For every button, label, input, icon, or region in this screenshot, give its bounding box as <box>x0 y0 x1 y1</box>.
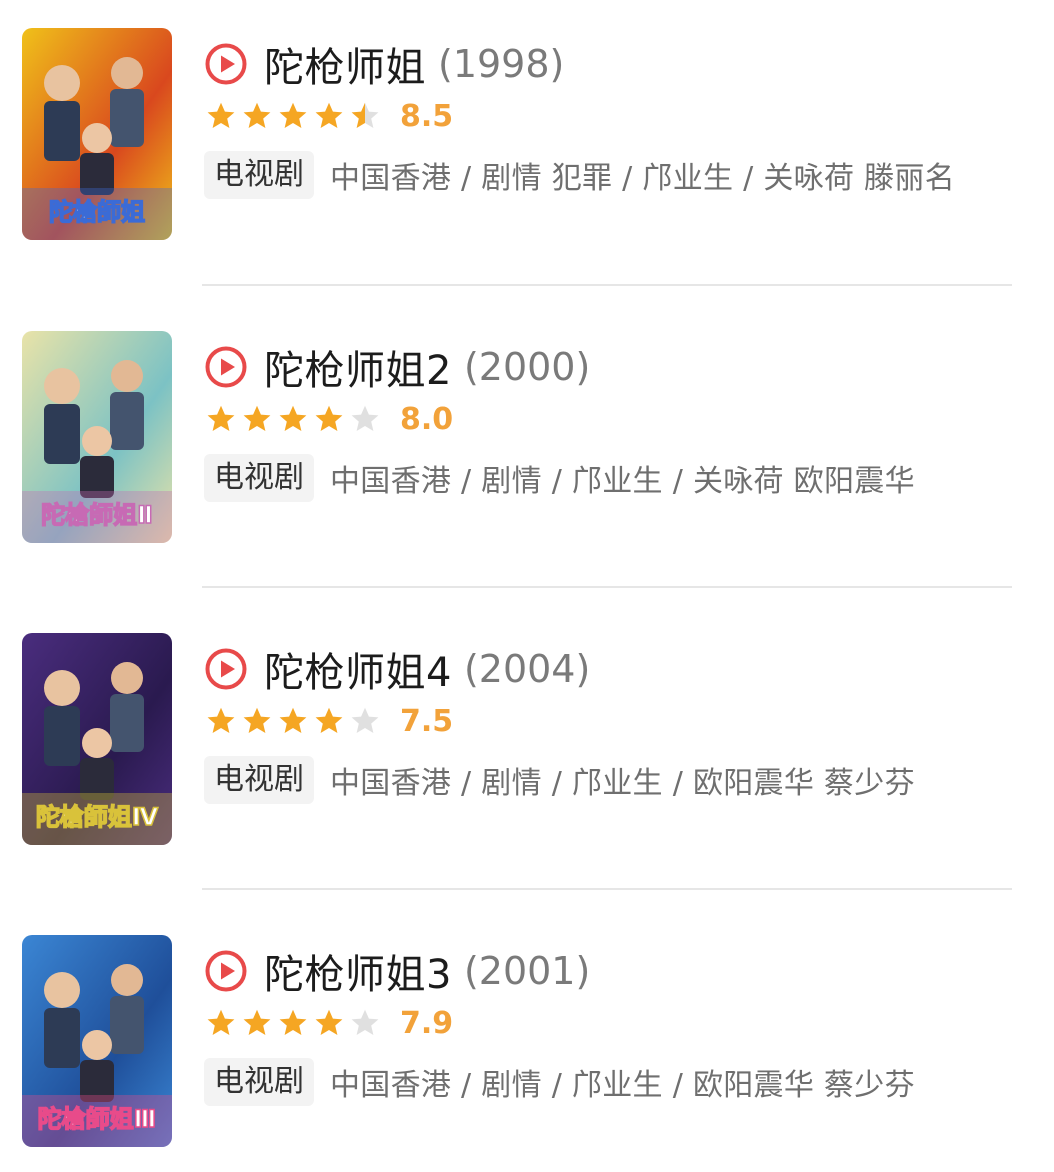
star-full-icon <box>279 1009 307 1035</box>
star-full-icon <box>315 1009 343 1035</box>
star-rating <box>206 1008 386 1038</box>
item-year: (2000) <box>463 345 591 389</box>
list-item[interactable]: 陀槍師姐Ⅲ 陀枪师姐3 (2001) 7.9 电视剧 中国香港 / 剧情 / 邝… <box>0 929 1054 1172</box>
item-year: (1998) <box>438 42 565 86</box>
poster-artwork: 陀槍師姐Ⅳ <box>22 633 172 845</box>
list-item[interactable]: 陀槍師姐 陀枪师姐 (1998) 8.5 电视剧 中国香港 / 剧情 犯罪 / … <box>0 22 1054 282</box>
item-title[interactable]: 陀枪师姐4 <box>264 640 452 698</box>
item-info: 中国香港 / 剧情 / 邝业生 / 欧阳震华 蔡少芬 <box>330 766 915 801</box>
rating-score: 8.5 <box>400 98 454 134</box>
item-title[interactable]: 陀枪师姐3 <box>264 942 452 1000</box>
poster-artwork: 陀槍師姐Ⅱ <box>22 331 172 543</box>
star-full-icon <box>207 102 235 128</box>
item-info: 中国香港 / 剧情 犯罪 / 邝业生 / 关咏荷 滕丽名 <box>330 161 956 196</box>
poster-artwork: 陀槍師姐Ⅲ <box>22 935 172 1147</box>
poster-title-text: 陀槍師姐Ⅲ <box>38 1105 157 1133</box>
rating-score: 7.9 <box>400 1005 454 1041</box>
star-full-icon <box>207 1009 235 1035</box>
star-full-icon <box>279 102 307 128</box>
item-info: 中国香港 / 剧情 / 邝业生 / 欧阳震华 蔡少芬 <box>330 1068 915 1103</box>
star-full-icon <box>279 405 307 431</box>
item-title[interactable]: 陀枪师姐2 <box>264 338 452 396</box>
type-tag: 电视剧 <box>204 151 314 199</box>
divider <box>202 888 1012 890</box>
star-empty-icon <box>351 707 379 733</box>
star-full-icon <box>243 1009 271 1035</box>
poster-title-text: 陀槍師姐Ⅱ <box>41 501 153 529</box>
list-item[interactable]: 陀槍師姐Ⅱ 陀枪师姐2 (2000) 8.0 电视剧 中国香港 / 剧情 / 邝… <box>0 325 1054 585</box>
rating-row: 8.5 <box>206 96 453 136</box>
star-full-icon <box>279 707 307 733</box>
item-title[interactable]: 陀枪师姐 <box>264 35 426 93</box>
star-rating <box>206 101 386 131</box>
poster-image[interactable]: 陀槍師姐Ⅱ <box>22 331 172 543</box>
meta-row: 电视剧 中国香港 / 剧情 / 邝业生 / 欧阳震华 蔡少芬 <box>204 1057 915 1107</box>
play-icon[interactable] <box>204 949 248 993</box>
list-item[interactable]: 陀槍師姐Ⅳ 陀枪师姐4 (2004) 7.5 电视剧 中国香港 / 剧情 / 邝… <box>0 627 1054 887</box>
poster-image[interactable]: 陀槍師姐Ⅲ <box>22 935 172 1147</box>
item-info: 中国香港 / 剧情 / 邝业生 / 关咏荷 欧阳震华 <box>330 464 915 499</box>
play-icon[interactable] <box>204 345 248 389</box>
poster-artwork: 陀槍師姐 <box>22 28 172 240</box>
star-empty-icon <box>351 405 379 431</box>
star-empty-icon <box>351 1009 379 1035</box>
divider <box>202 284 1012 286</box>
title-row: 陀枪师姐4 (2004) <box>204 641 590 697</box>
star-full-icon <box>207 405 235 431</box>
rating-row: 8.0 <box>206 399 453 439</box>
poster-title-text: 陀槍師姐Ⅳ <box>36 803 159 831</box>
drama-result-list: 陀槍師姐 陀枪师姐 (1998) 8.5 电视剧 中国香港 / 剧情 犯罪 / … <box>0 0 1054 1172</box>
divider <box>202 586 1012 588</box>
type-tag: 电视剧 <box>204 756 314 804</box>
star-full-icon <box>243 405 271 431</box>
play-icon[interactable] <box>204 647 248 691</box>
star-full-icon <box>207 707 235 733</box>
star-full-icon <box>315 102 343 128</box>
meta-row: 电视剧 中国香港 / 剧情 犯罪 / 邝业生 / 关咏荷 滕丽名 <box>204 150 955 200</box>
star-full-icon <box>315 405 343 431</box>
item-year: (2004) <box>463 647 591 691</box>
poster-image[interactable]: 陀槍師姐 <box>22 28 172 240</box>
rating-score: 8.0 <box>400 401 454 437</box>
title-row: 陀枪师姐3 (2001) <box>204 943 590 999</box>
type-tag: 电视剧 <box>204 454 314 502</box>
type-tag: 电视剧 <box>204 1058 314 1106</box>
item-year: (2001) <box>463 949 591 993</box>
poster-image[interactable]: 陀槍師姐Ⅳ <box>22 633 172 845</box>
title-row: 陀枪师姐2 (2000) <box>204 339 590 395</box>
meta-row: 电视剧 中国香港 / 剧情 / 邝业生 / 关咏荷 欧阳震华 <box>204 453 915 503</box>
poster-title-text: 陀槍師姐 <box>49 198 145 226</box>
play-icon[interactable] <box>204 42 248 86</box>
star-rating <box>206 404 386 434</box>
star-full-icon <box>243 102 271 128</box>
rating-row: 7.9 <box>206 1003 453 1043</box>
star-rating <box>206 706 386 736</box>
rating-score: 7.5 <box>400 703 454 739</box>
meta-row: 电视剧 中国香港 / 剧情 / 邝业生 / 欧阳震华 蔡少芬 <box>204 755 915 805</box>
star-full-icon <box>243 707 271 733</box>
title-row: 陀枪师姐 (1998) <box>204 36 564 92</box>
star-half-icon <box>351 102 379 128</box>
star-full-icon <box>315 707 343 733</box>
rating-row: 7.5 <box>206 701 453 741</box>
